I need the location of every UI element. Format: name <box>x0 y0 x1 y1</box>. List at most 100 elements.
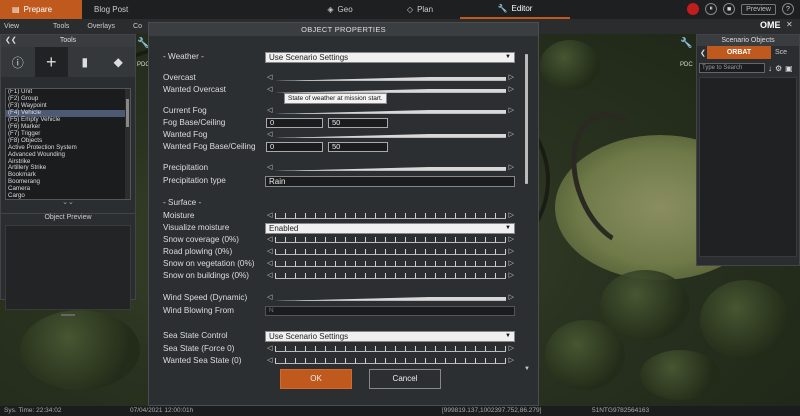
close-icon[interactable]: ✕ <box>786 20 793 29</box>
ome-label: OME <box>760 20 781 30</box>
tab-scenario[interactable]: Sce <box>771 49 787 56</box>
overcast-slider[interactable]: ◁ ▷ <box>267 73 514 82</box>
moisture-slider[interactable]: ◁ ▷ <box>267 211 514 220</box>
tools-list-item[interactable]: Cargo <box>6 192 130 199</box>
snow-buildings-slider[interactable]: ◁ ▷ <box>267 271 514 280</box>
sea-state-control-select[interactable]: Use Scenario Settings ▼ <box>265 331 515 342</box>
dialog-scrollbar[interactable]: ▼ <box>524 54 530 370</box>
chevron-left-icon[interactable]: ❮ <box>700 49 706 57</box>
scroll-down-icon[interactable]: ▼ <box>524 366 530 370</box>
wanted-sea-state-label: Wanted Sea State (0) <box>163 356 242 365</box>
chevron-down-icon: ▼ <box>505 333 511 339</box>
scrollbar-thumb[interactable] <box>525 54 528 184</box>
scenario-objects-list[interactable] <box>699 77 797 257</box>
expand-icon[interactable]: ⌄⌄ <box>1 199 135 206</box>
preview-label: Preview <box>746 5 771 13</box>
wanted-fog-slider[interactable]: ◁ ▷ <box>267 130 514 139</box>
menu-view[interactable]: View <box>0 23 33 30</box>
weather-select[interactable]: Use Scenario Settings ▼ <box>265 52 515 63</box>
record-icon[interactable] <box>687 3 700 15</box>
menu-overlays[interactable]: Overlays <box>83 23 129 30</box>
visualize-moisture-label: Visualize moisture <box>163 223 230 232</box>
tab-blog-post[interactable]: Blog Post <box>82 0 162 19</box>
wanted-fog-label: Wanted Fog <box>163 130 208 139</box>
map-tree <box>545 320 625 390</box>
precipitation-type-label: Precipitation type <box>163 176 226 185</box>
wind-speed-label: Wind Speed (Dynamic) <box>163 293 248 302</box>
precipitation-type-select[interactable]: Rain <box>265 176 515 187</box>
wind-speed-slider[interactable]: ◁ ▷ <box>267 293 514 302</box>
tab-geo-label: Geo <box>337 5 353 14</box>
object-preview-title: Object Preview <box>1 213 135 223</box>
scenario-panel-title: Scenario Objects <box>721 37 775 44</box>
road-plowing-slider[interactable]: ◁ ▷ <box>267 247 514 256</box>
tab-geo[interactable]: ◈ Geo <box>300 0 380 19</box>
precipitation-slider[interactable]: ◁ ▷ <box>267 163 514 172</box>
chevron-down-icon: ▼ <box>505 54 511 60</box>
ok-button[interactable]: OK <box>280 369 352 389</box>
sea-state-control-value: Use Scenario Settings <box>269 332 349 341</box>
overcast-label: Overcast <box>163 73 196 82</box>
tools-panel: ❮❮ Tools ⓘ + ▮ ◆ (F1) Unit (F2) Group (F3)… <box>0 34 136 316</box>
fog-base-ceiling-label: Fog Base/Ceiling <box>163 118 226 127</box>
tab-editor[interactable]: 🔧 Editor <box>460 0 570 19</box>
precipitation-type-value: Rain <box>269 177 286 186</box>
current-fog-label: Current Fog <box>163 106 207 115</box>
tooltip: State of weather at mission start. <box>284 93 387 104</box>
snow-coverage-slider[interactable]: ◁ ▷ <box>267 235 514 244</box>
map-tree <box>540 40 600 90</box>
visualize-moisture-select[interactable]: Enabled ▼ <box>265 223 515 234</box>
sea-state-slider[interactable]: ◁ ▷ <box>267 344 514 353</box>
tab-plan[interactable]: ◇ Plan <box>380 0 460 19</box>
grid-reference: 51NTG9782564163 <box>592 407 650 414</box>
pause-icon[interactable]: ⏸ <box>705 3 718 15</box>
cancel-button[interactable]: Cancel <box>369 369 441 389</box>
tools-icon-bar: ⓘ + ▮ ◆ <box>1 47 135 77</box>
tab-prepare-label: Prepare <box>23 5 53 14</box>
tab-prepare[interactable]: ▤ Prepare <box>0 0 82 19</box>
bookmark-icon[interactable]: ▮ <box>68 47 102 77</box>
preview-button[interactable]: Preview <box>741 3 776 15</box>
expand-panel-icon[interactable]: ▣ <box>785 64 793 73</box>
wrench-side-icon[interactable]: 🔧 <box>680 38 692 49</box>
menu-tools[interactable]: Tools <box>33 23 83 30</box>
wanted-sea-state-slider[interactable]: ◁ ▷ <box>267 356 514 365</box>
prepare-icon: ▤ <box>12 5 20 14</box>
current-fog-slider[interactable]: ◁ ▷ <box>267 106 514 115</box>
tools-panel-header: ❮❮ Tools <box>1 35 135 47</box>
wanted-fog-ceiling-input[interactable]: 50 <box>328 142 388 152</box>
pdc-side-icon[interactable]: PDC <box>680 62 693 68</box>
fog-base-input[interactable]: 0 <box>266 118 323 128</box>
weather-select-value: Use Scenario Settings <box>269 53 349 62</box>
tab-editor-label: Editor <box>511 4 533 13</box>
wind-from-label: Wind Blowing From <box>163 306 234 315</box>
wind-from-input[interactable]: N <box>265 306 515 316</box>
scenario-panel-header: Scenario Objects <box>697 35 799 46</box>
tab-plan-label: Plan <box>417 5 434 14</box>
sort-icon[interactable]: ↓ <box>768 64 772 73</box>
top-bar: ▤ Prepare Blog Post ◈ Geo ◇ Plan 🔧 Edito… <box>0 0 800 19</box>
info-icon[interactable]: ⓘ <box>1 47 35 77</box>
help-icon[interactable]: ? <box>782 3 794 15</box>
scenario-search-input[interactable]: Type to Search <box>699 63 765 73</box>
gear-icon[interactable]: ⚙ <box>775 64 782 73</box>
resize-grip[interactable] <box>61 314 75 316</box>
wanted-fog-base-input[interactable]: 0 <box>266 142 323 152</box>
stop-icon[interactable]: ■ <box>723 3 736 15</box>
add-icon[interactable]: + <box>34 47 68 77</box>
collapse-left-icon[interactable]: ❮❮ <box>5 35 17 47</box>
tab-blog-post-label: Blog Post <box>94 5 129 14</box>
layers-icon[interactable]: ◆ <box>102 47 136 77</box>
tab-orbat[interactable]: ORBAT <box>707 46 771 59</box>
snow-vegetation-slider[interactable]: ◁ ▷ <box>267 259 514 268</box>
tools-list-scrollbar[interactable] <box>125 89 130 199</box>
cursor-coords: [999819.137,1002397.752,86.279] <box>442 407 542 414</box>
surface-section-label: - Surface - <box>163 198 202 207</box>
fog-ceiling-input[interactable]: 50 <box>328 118 388 128</box>
moisture-label: Moisture <box>163 211 195 220</box>
chevron-down-icon: ▼ <box>505 225 511 231</box>
object-preview-area <box>5 225 131 310</box>
wanted-fog-base-ceiling-label: Wanted Fog Base/Ceiling <box>163 142 256 151</box>
snow-coverage-label: Snow coverage (0%) <box>163 235 239 244</box>
tools-list[interactable]: (F1) Unit (F2) Group (F3) Waypoint (F4) Veh… <box>5 88 131 200</box>
